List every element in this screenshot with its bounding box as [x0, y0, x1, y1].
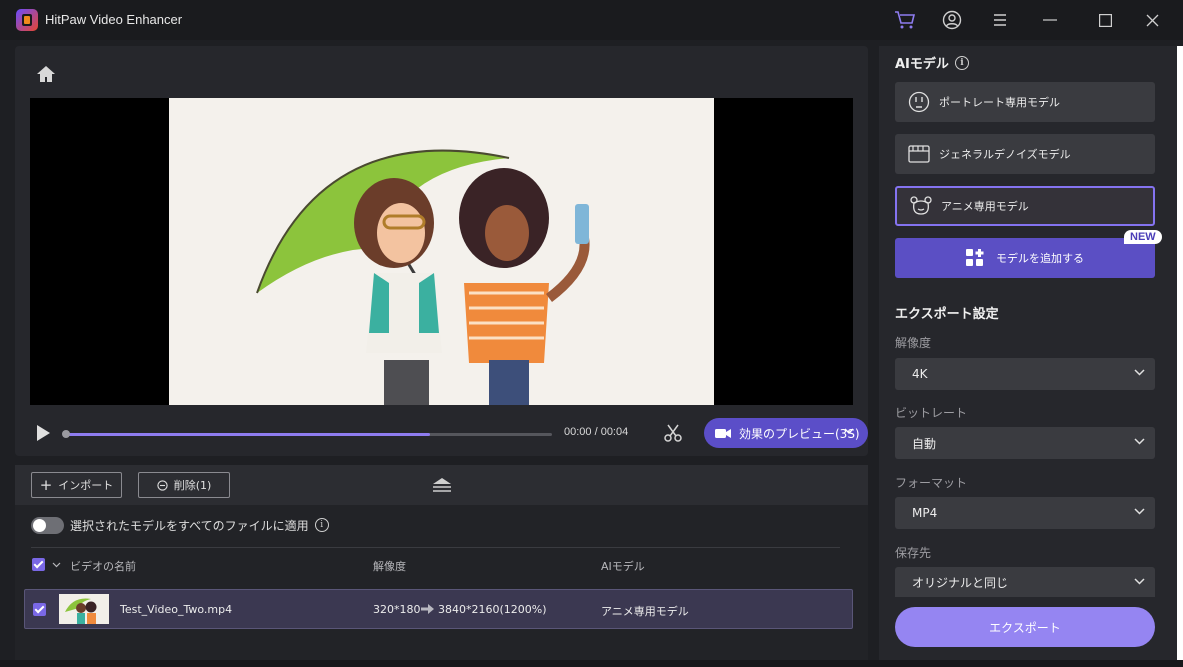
menu-icon[interactable] — [988, 8, 1012, 32]
minus-circle-icon — [157, 479, 168, 491]
import-label: インポート — [58, 479, 114, 492]
preview-panel: 00:00 / 00:04 効果のプレビュー(3S) — [15, 46, 868, 456]
window-edge — [1177, 46, 1183, 660]
cart-icon[interactable] — [893, 8, 917, 32]
row-res-to: 3840*2160(1200%) — [438, 603, 547, 616]
model-anime-label: アニメ専用モデル — [941, 200, 1029, 213]
row-checkbox[interactable] — [33, 603, 46, 616]
add-apps-icon — [966, 249, 984, 266]
export-settings-title: エクスポート設定 — [895, 307, 999, 322]
resolution-value: 4K — [912, 367, 928, 381]
app-logo-icon — [16, 9, 38, 31]
bottom-strip — [0, 660, 1183, 667]
scissors-icon[interactable] — [663, 423, 683, 443]
player-controls: 00:00 / 00:04 効果のプレビュー(3S) — [30, 418, 868, 448]
resolution-label: 解像度 — [895, 336, 932, 350]
model-portrait[interactable]: ポートレート専用モデル — [895, 82, 1155, 122]
title-bar: HitPaw Video Enhancer — [0, 0, 1183, 40]
select-all-checkbox[interactable] — [32, 558, 45, 571]
info-icon[interactable]: i — [314, 518, 329, 532]
home-icon[interactable] — [35, 64, 57, 84]
add-model-button[interactable]: モデルを追加する — [895, 238, 1155, 278]
bitrate-value: 自動 — [912, 436, 937, 451]
app-title: HitPaw Video Enhancer — [45, 12, 183, 27]
ai-model-title: AIモデル — [895, 57, 949, 72]
header-name[interactable]: ビデオの名前 — [70, 558, 136, 574]
effect-preview-button[interactable]: 効果のプレビュー(3S) — [704, 418, 868, 448]
chevron-down-icon — [1134, 578, 1145, 585]
delete-label: 削除(1) — [173, 479, 212, 492]
video-frame — [169, 98, 714, 405]
seek-progress — [65, 433, 431, 436]
save-location-select[interactable]: オリジナルと同じ — [895, 567, 1155, 597]
bitrate-select[interactable]: 自動 — [895, 427, 1155, 459]
list-toolbar: + インポート 削除(1) — [15, 465, 868, 505]
apply-all-row: 選択されたモデルをすべてのファイルに適用 i — [31, 515, 329, 535]
table-row[interactable]: Test_Video_Two.mp4 320*180 3840*2160(120… — [24, 589, 853, 629]
delete-button[interactable]: 削除(1) — [138, 472, 230, 498]
time-display: 00:00 / 00:04 — [564, 426, 629, 438]
video-content-illustration — [169, 98, 714, 405]
chevron-down-icon — [1134, 508, 1145, 515]
row-model: アニメ専用モデル — [601, 605, 689, 618]
video-thumbnail — [59, 594, 109, 624]
account-icon[interactable] — [940, 8, 964, 32]
file-list-panel: + インポート 削除(1) 選択されたモデルをすべてのファイルに適用 i ビデオ… — [15, 465, 868, 660]
bear-icon — [909, 194, 933, 218]
bitrate-label: ビットレート — [895, 406, 968, 420]
film-icon — [907, 142, 931, 166]
chevron-down-icon — [1134, 369, 1145, 376]
camera-icon — [715, 428, 731, 438]
minimize-icon[interactable] — [1038, 8, 1062, 32]
save-location-value: オリジナルと同じ — [912, 575, 1009, 590]
row-filename: Test_Video_Two.mp4 — [120, 603, 233, 616]
effect-preview-label: 効果のプレビュー(3S) — [739, 426, 860, 441]
collapse-panel-icon[interactable] — [431, 476, 453, 494]
model-general-label: ジェネラルデノイズモデル — [939, 148, 1071, 161]
row-res-from: 320*180 — [373, 603, 421, 616]
chevron-down-icon[interactable] — [844, 428, 854, 434]
ai-model-title-row: AIモデル i — [895, 53, 969, 72]
settings-sidebar: AIモデル i ポートレート専用モデル ジェネラルデノイズモデル アニメ専用モデ… — [879, 46, 1177, 660]
seek-bar[interactable] — [62, 430, 552, 438]
apply-all-label: 選択されたモデルをすべてのファイルに適用 — [70, 518, 309, 533]
model-general-denoise[interactable]: ジェネラルデノイズモデル — [895, 134, 1155, 174]
seek-handle[interactable] — [62, 430, 70, 438]
info-icon[interactable]: i — [954, 55, 969, 70]
format-label: フォーマット — [895, 476, 968, 490]
video-player[interactable] — [30, 98, 853, 405]
export-button[interactable]: エクスポート — [895, 607, 1155, 647]
header-model[interactable]: AIモデル — [601, 558, 645, 574]
model-portrait-label: ポートレート専用モデル — [939, 96, 1060, 109]
close-icon[interactable] — [1140, 8, 1164, 32]
resolution-select[interactable]: 4K — [895, 358, 1155, 390]
arrow-right-icon — [421, 604, 434, 614]
apply-all-toggle[interactable] — [31, 516, 64, 534]
new-badge: NEW — [1124, 230, 1162, 244]
import-button[interactable]: + インポート — [31, 472, 122, 498]
model-anime[interactable]: アニメ専用モデル — [895, 186, 1155, 226]
divider — [31, 547, 840, 548]
list-header: ビデオの名前 解像度 AIモデル — [31, 555, 840, 575]
format-value: MP4 — [912, 506, 938, 520]
export-label: エクスポート — [989, 620, 1061, 635]
play-icon[interactable] — [34, 424, 52, 442]
add-model-label: モデルを追加する — [996, 252, 1084, 265]
format-select[interactable]: MP4 — [895, 497, 1155, 529]
maximize-icon[interactable] — [1093, 8, 1117, 32]
header-resolution[interactable]: 解像度 — [373, 558, 406, 574]
chevron-down-icon[interactable] — [52, 562, 61, 568]
portrait-icon — [907, 90, 931, 114]
chevron-down-icon — [1134, 438, 1145, 445]
save-location-label: 保存先 — [895, 546, 932, 560]
thumbnail-illustration — [59, 594, 109, 624]
plus-icon: + — [39, 475, 53, 494]
